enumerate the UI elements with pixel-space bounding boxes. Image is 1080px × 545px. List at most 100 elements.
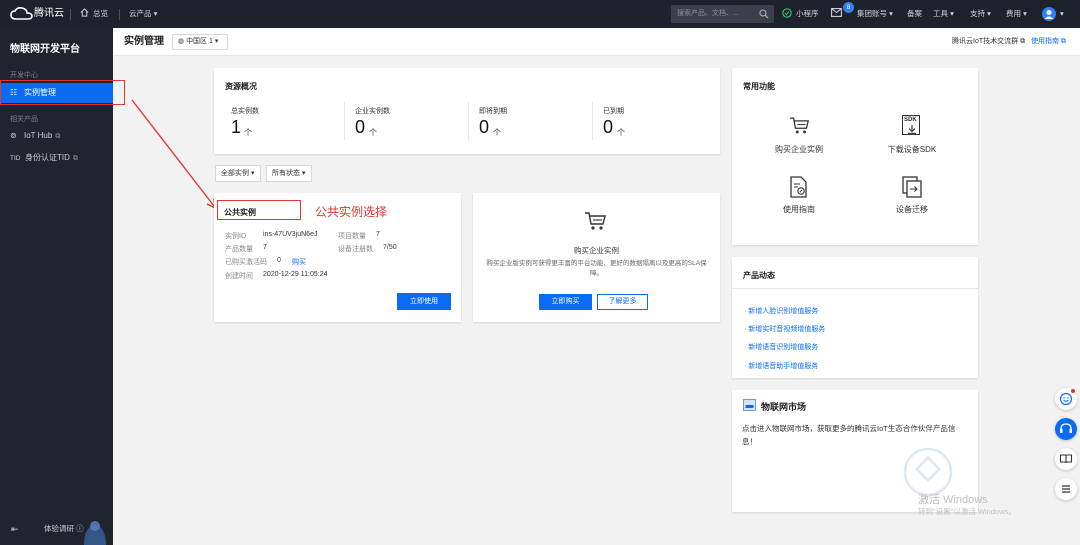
created-time-value: 2020-12-29 11:05:24: [263, 271, 328, 278]
function-download-sdk[interactable]: 下载设备SDK: [862, 144, 962, 155]
region-select[interactable]: ◍ 中国区 1 ▾: [172, 34, 228, 50]
search-placeholder: 搜索产品、文档、...: [677, 10, 739, 17]
sidebar-item-iothub[interactable]: ⊚ IoT Hub ⧉: [0, 126, 113, 146]
brand-name[interactable]: 腾讯云: [34, 0, 64, 28]
billing-menu[interactable]: 费用 ▾: [1006, 0, 1027, 28]
enterprise-instance-card: 购买企业实例 购买企业版实例可获得更丰富的平台功能、更好的数据隔离以及更高的SL…: [473, 193, 720, 322]
globe-icon: ◍: [178, 38, 185, 45]
enterprise-description: 购买企业版实例可获得更丰富的平台功能、更好的数据隔离以及更高的SLA保障。: [486, 260, 707, 277]
stat-label: 企业实例数: [355, 108, 390, 115]
mini-program-icon[interactable]: [782, 0, 792, 28]
notification-dot: [1071, 389, 1075, 393]
sdk-download-icon[interactable]: SDK: [902, 115, 922, 137]
products-menu[interactable]: 云产品 ▾: [129, 0, 157, 28]
sidebar-item-label: IoT Hub: [24, 131, 53, 140]
buy-codes-link[interactable]: 购买: [292, 257, 306, 267]
external-link-icon: ⧉: [55, 133, 61, 140]
guide-link[interactable]: 使用指南 ⧉: [1031, 28, 1066, 56]
group-account-menu[interactable]: 集团账号 ▾: [857, 0, 893, 28]
chevron-down-icon: ▾: [301, 170, 306, 177]
sidebar-group-related: 相关产品: [10, 116, 38, 123]
mini-program-link[interactable]: 小程序: [796, 0, 819, 28]
sidebar-title: 物联网开发平台: [10, 44, 80, 55]
region-value: 中国区 1: [186, 38, 213, 45]
message-icon[interactable]: [831, 0, 842, 28]
purchased-codes-label: 已购买激活码: [225, 259, 267, 266]
tools-label: 工具: [933, 9, 948, 18]
chevron-down-icon: ▾: [950, 9, 954, 18]
headset-icon: [1060, 423, 1072, 433]
feedback-survey-link[interactable]: 体验调研 ⓘ: [44, 517, 84, 541]
common-functions-card: 常用功能 购买企业实例 SDK 下载设备SDK 使用指南 设备迁移: [732, 68, 978, 245]
created-time-label: 创建时间: [225, 273, 253, 280]
iot-hub-icon: ⊚: [10, 131, 17, 140]
status-filter[interactable]: 所有状态 ▾: [266, 165, 312, 182]
stat-label: 已到期: [603, 108, 624, 115]
function-buy-enterprise[interactable]: 购买企业实例: [749, 144, 849, 155]
external-link-icon: ⧉: [1020, 38, 1026, 45]
stat-unit: 个: [244, 128, 252, 137]
project-count-label: 项目数量: [338, 233, 366, 240]
sidebar-item-tid[interactable]: TID 身份认证TID ⧉: [0, 148, 113, 168]
stat-label: 即将到期: [479, 108, 507, 115]
use-now-button[interactable]: 立即使用: [397, 293, 451, 310]
guide-label: 使用指南: [1031, 38, 1059, 45]
list-icon: [1062, 485, 1070, 493]
divider: [468, 102, 469, 140]
buy-now-button[interactable]: 立即购买: [539, 294, 592, 310]
message-count-badge: 8: [843, 2, 854, 13]
news-item[interactable]: · 新增实时音视频增值服务: [744, 324, 825, 334]
chevron-down-icon: ▾: [250, 170, 255, 177]
docs-float-button[interactable]: [1055, 448, 1077, 470]
overview-link[interactable]: 总览: [93, 0, 108, 28]
billing-label: 费用: [1006, 9, 1021, 18]
document-guide-icon[interactable]: [789, 176, 809, 198]
divider: [732, 288, 978, 289]
customer-service-float-button[interactable]: [1055, 418, 1077, 440]
divider: [70, 9, 71, 20]
device-count-value: 7/50: [383, 244, 397, 251]
news-item-text: 新增语音助手增值服务: [748, 363, 819, 370]
sidebar-item-label: 身份认证TID: [25, 153, 70, 162]
annotation-text: 公共实例选择: [315, 205, 388, 219]
search-icon[interactable]: [759, 9, 769, 19]
avatar[interactable]: [1042, 7, 1056, 21]
divider: [119, 9, 120, 20]
chevron-down-icon: ▾: [214, 38, 219, 45]
menu-float-button[interactable]: [1055, 478, 1077, 500]
products-label: 云产品: [129, 9, 152, 18]
shopping-cart-icon[interactable]: [789, 116, 811, 135]
search-input[interactable]: 搜索产品、文档、...: [671, 5, 774, 23]
stat-unit: 个: [617, 128, 625, 137]
sidebar-footer: ⇤ 体验调研 ⓘ: [0, 517, 113, 545]
community-link[interactable]: 腾讯云IoT技术交流群 ⧉: [952, 28, 1025, 56]
external-link-icon: ⧉: [1060, 38, 1066, 45]
news-item[interactable]: · 新增语音识别增值服务: [744, 342, 818, 352]
news-item[interactable]: · 新增语音助手增值服务: [744, 361, 818, 371]
tools-menu[interactable]: 工具 ▾: [933, 0, 954, 28]
beian-link[interactable]: 备案: [907, 0, 922, 28]
function-device-migration[interactable]: 设备迁移: [862, 204, 962, 215]
sdk-icon-text: SDK: [904, 117, 917, 123]
home-icon[interactable]: [80, 0, 89, 28]
chevron-down-icon: ▾: [889, 9, 893, 18]
chevron-down-icon: ▾: [1023, 9, 1027, 18]
sidebar: 物联网开发平台 开发中心 ☷ 实例管理 相关产品 ⊚ IoT Hub ⧉ TID 身份认…: [0, 28, 113, 545]
function-user-guide[interactable]: 使用指南: [749, 204, 849, 215]
stat-label: 总实例数: [231, 108, 259, 115]
product-count-value: 7: [263, 244, 267, 251]
stat-value: 1: [231, 117, 242, 137]
support-menu[interactable]: 支持 ▾: [970, 0, 991, 28]
learn-more-button[interactable]: 了解更多: [597, 294, 648, 310]
top-navigation-bar: 腾讯云 总览 云产品 ▾ 搜索产品、文档、... 小程序 8 集团账号 ▾ 备案…: [0, 0, 1080, 28]
tencent-cloud-logo-icon[interactable]: [10, 7, 34, 21]
chevron-down-icon[interactable]: ▾: [1060, 0, 1064, 28]
product-count-label: 产品数量: [225, 246, 253, 253]
instance-id-value: ins-47UV3juN6eJ: [263, 231, 318, 238]
card-title: 资源概况: [225, 82, 257, 91]
instance-type-filter[interactable]: 全部实例 ▾: [215, 165, 261, 182]
device-migration-icon[interactable]: [902, 176, 922, 198]
chevron-down-icon: ▾: [153, 9, 158, 18]
collapse-sidebar-icon[interactable]: ⇤: [11, 517, 19, 541]
news-item[interactable]: · 新增人脸识别增值服务: [744, 306, 818, 316]
